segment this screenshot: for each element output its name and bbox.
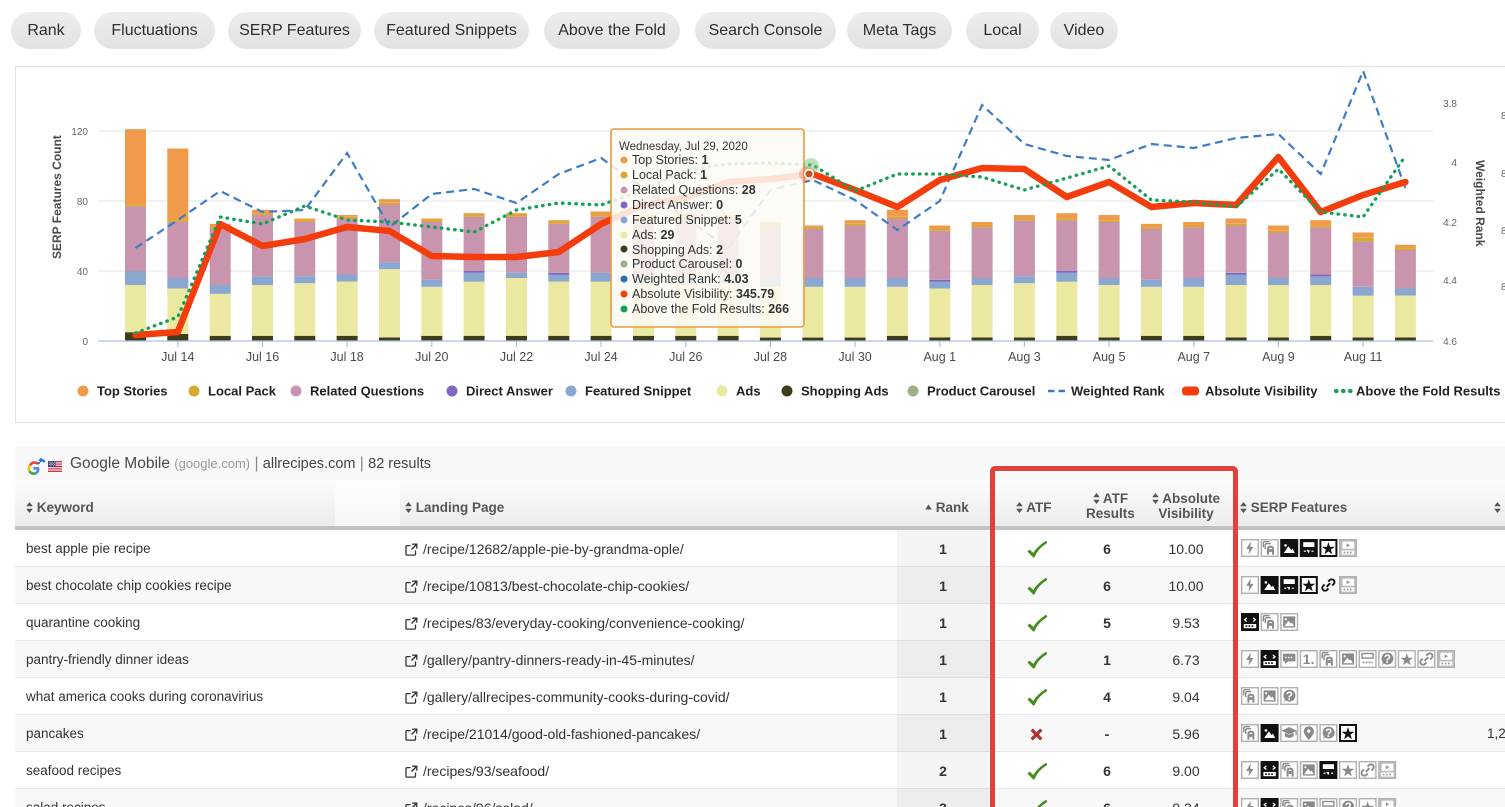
- svg-text:Product Carousel: Product Carousel: [927, 384, 1035, 399]
- svg-text:?: ?: [1345, 802, 1352, 807]
- svg-text:8: 8: [1501, 169, 1505, 180]
- svg-text:8: 8: [1501, 226, 1505, 237]
- svg-text:8: 8: [1501, 111, 1505, 122]
- svg-text:Aug 3: Aug 3: [1008, 350, 1041, 364]
- svg-text:0: 0: [82, 337, 88, 348]
- svg-text:1.: 1.: [1303, 651, 1315, 667]
- svg-text:80: 80: [77, 197, 89, 208]
- svg-text:Ads: 29: Ads: 29: [632, 228, 674, 242]
- svg-text:Aug 9: Aug 9: [1262, 350, 1295, 364]
- svg-text:Absolute Visibility: Absolute Visibility: [1205, 384, 1318, 399]
- svg-text:Jul 18: Jul 18: [330, 350, 363, 364]
- svg-text:Shopping Ads: 2: Shopping Ads: 2: [632, 243, 723, 257]
- svg-text:Top Stories: Top Stories: [97, 384, 168, 399]
- svg-text:Product Carousel: 0: Product Carousel: 0: [632, 257, 743, 271]
- svg-text:4: 4: [1451, 158, 1457, 169]
- svg-text:40: 40: [77, 267, 89, 278]
- svg-text:120: 120: [71, 127, 88, 138]
- svg-text:Direct Answer: Direct Answer: [466, 384, 553, 399]
- svg-text:4.2: 4.2: [1443, 218, 1457, 229]
- svg-text:Local Pack: 1: Local Pack: 1: [632, 168, 707, 182]
- svg-text:Jul 16: Jul 16: [246, 350, 279, 364]
- svg-text:Featured Snippet: 5: Featured Snippet: 5: [632, 213, 742, 227]
- svg-text:Aug 7: Aug 7: [1177, 350, 1210, 364]
- svg-text:4.6: 4.6: [1443, 337, 1457, 348]
- svg-text:Shopping Ads: Shopping Ads: [801, 384, 889, 399]
- svg-text:Weighted Rank: 4.03: Weighted Rank: 4.03: [632, 272, 749, 286]
- svg-text:Aug 11: Aug 11: [1344, 350, 1383, 364]
- svg-text:Jul 28: Jul 28: [754, 350, 787, 364]
- svg-text:Local Pack: Local Pack: [208, 384, 277, 399]
- svg-text:3.8: 3.8: [1443, 99, 1457, 110]
- svg-text:Jul 30: Jul 30: [838, 350, 871, 364]
- svg-text:Related Questions: 28: Related Questions: 28: [632, 183, 756, 197]
- svg-text:Direct Answer: 0: Direct Answer: 0: [632, 198, 723, 212]
- svg-text:Above the Fold Results: Above the Fold Results: [1356, 384, 1500, 399]
- svg-text:Above the Fold Results: 266: Above the Fold Results: 266: [632, 302, 789, 316]
- svg-text:Weighted Rank: Weighted Rank: [1071, 384, 1165, 399]
- svg-text:Aug 5: Aug 5: [1093, 350, 1126, 364]
- svg-text:?: ?: [1384, 654, 1391, 666]
- svg-text:Featured Snippet: Featured Snippet: [585, 384, 692, 399]
- svg-text:Jul 24: Jul 24: [584, 350, 617, 364]
- svg-text:4.4: 4.4: [1443, 276, 1457, 287]
- svg-text:Related Questions: Related Questions: [310, 384, 424, 399]
- svg-text:Wednesday, Jul 29, 2020: Wednesday, Jul 29, 2020: [619, 141, 748, 153]
- svg-text:Jul 14: Jul 14: [161, 350, 194, 364]
- svg-text:Absolute Visibility: 345.79: Absolute Visibility: 345.79: [632, 287, 774, 301]
- svg-text:Jul 20: Jul 20: [415, 350, 448, 364]
- svg-text:Jul 22: Jul 22: [500, 350, 533, 364]
- svg-text:SERP Features Count: SERP Features Count: [50, 135, 64, 259]
- svg-text:Weighted Rank: Weighted Rank: [1473, 160, 1487, 247]
- svg-text:Aug 1: Aug 1: [923, 350, 956, 364]
- svg-text:?: ?: [1286, 691, 1293, 703]
- svg-text:8: 8: [1501, 282, 1505, 293]
- svg-text:?: ?: [1325, 728, 1332, 740]
- svg-text:Ads: Ads: [736, 384, 761, 399]
- svg-text:Top Stories: 1: Top Stories: 1: [632, 153, 708, 167]
- svg-text:Jul 26: Jul 26: [669, 350, 702, 364]
